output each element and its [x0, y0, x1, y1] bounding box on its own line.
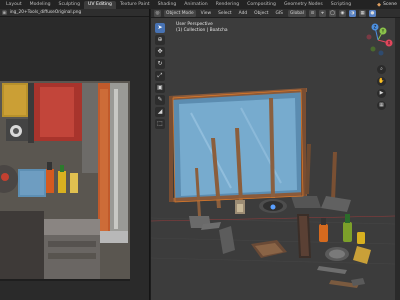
proportional-edit-icon[interactable]: ◯ — [328, 9, 336, 17]
grid-perspective-icon[interactable]: ▦ — [377, 101, 386, 110]
rotate-tool-icon[interactable]: ↻ — [155, 59, 165, 69]
gizmo-y-label: Y — [381, 29, 385, 34]
visibility-icon[interactable]: ◉ — [338, 9, 346, 17]
annotate-tool-icon[interactable]: ✎ — [155, 95, 165, 105]
workspace-tab-geometry-nodes[interactable]: Geometry Nodes — [280, 1, 327, 9]
uv-image-canvas[interactable] — [0, 19, 149, 300]
workspace-tab-bar: Layout Modeling Sculpting UV Editing Texture… — [0, 0, 400, 9]
snap-icon[interactable]: ⌖ — [318, 9, 326, 17]
texture-atlas-image — [0, 19, 149, 300]
solid-shading-icon[interactable]: ● — [368, 9, 376, 17]
xray-icon[interactable]: ▦ — [358, 9, 366, 17]
move-tool-icon[interactable]: ✥ — [155, 47, 165, 57]
3d-viewport[interactable]: ◎ Object Mode View Select Add Object GIS… — [151, 9, 400, 300]
viewport-info-overlay: User Perspective (1) Collection | Boatch… — [176, 22, 228, 34]
workspace-tab-uv-editing[interactable]: UV Editing — [83, 0, 116, 9]
workspace-tab-sculpting[interactable]: Sculpting — [55, 1, 84, 9]
gizmo-z-label: Z — [374, 25, 377, 30]
toolbar: ➤ ⊕ ✥ ↻ ⤢ ▣ ✎ ◢ ⬚ — [155, 23, 165, 129]
pivot-icon[interactable]: ⊙ — [308, 9, 316, 17]
workspace-tab-layout[interactable]: Layout — [2, 1, 26, 9]
collection-name: (1) Collection | Boatcha — [176, 28, 228, 33]
workspace-tab-compositing[interactable]: Compositing — [243, 1, 280, 9]
measure-tool-icon[interactable]: ◢ — [155, 107, 165, 117]
pan-hand-icon[interactable]: ✋ — [377, 77, 386, 86]
image-editor-panel: ▣ ing_20+Tools_diffuseOriginal.png — [0, 9, 150, 300]
editor-type-icon[interactable]: ◎ — [154, 9, 161, 17]
workspace-tab-scripting[interactable]: Scripting — [327, 1, 355, 9]
menu-gis[interactable]: GIS — [273, 10, 284, 17]
scene-icon: ◆ — [377, 1, 381, 8]
view-navigation-controls: ⌕ ✋ ▶ ▦ — [377, 65, 386, 110]
transform-tool-icon[interactable]: ▣ — [155, 83, 165, 93]
zoom-icon[interactable]: ⌕ — [377, 65, 386, 74]
image-name-field[interactable]: ing_20+Tools_diffuseOriginal.png — [10, 10, 81, 15]
viewport-header: ◎ Object Mode View Select Add Object GIS… — [151, 9, 400, 18]
scene-label: Scene — [382, 2, 397, 7]
image-editor-header: ▣ ing_20+Tools_diffuseOriginal.png — [0, 9, 149, 17]
menu-select[interactable]: Select — [216, 10, 234, 17]
image-browse-icon[interactable]: ▣ — [2, 10, 7, 16]
overlay-icon[interactable]: ◑ — [348, 9, 356, 17]
workspace-tab-modeling[interactable]: Modeling — [26, 1, 55, 9]
workspace-tab-shading[interactable]: Shading — [154, 1, 181, 9]
gizmo-x-label: X — [388, 41, 391, 46]
workspace-tab-texture-paint[interactable]: Texture Paint — [116, 1, 154, 9]
add-cube-tool-icon[interactable]: ⬚ — [155, 119, 165, 129]
scene-selector[interactable]: ◆ Scene — [374, 0, 400, 9]
select-tool-icon[interactable]: ➤ — [155, 23, 165, 33]
sidebar-toggle-strip[interactable] — [395, 18, 400, 300]
transform-orientation-dropdown[interactable]: Global — [287, 9, 306, 17]
menu-object[interactable]: Object — [252, 10, 270, 17]
workspace-tab-rendering[interactable]: Rendering — [212, 1, 243, 9]
navigation-gizmo[interactable]: X Y Z — [361, 23, 395, 57]
object-mode-dropdown[interactable]: Object Mode — [164, 9, 196, 17]
menu-add[interactable]: Add — [237, 10, 250, 17]
camera-view-icon[interactable]: ▶ — [377, 89, 386, 98]
cursor-tool-icon[interactable]: ⊕ — [155, 35, 165, 45]
workspace-tab-animation[interactable]: Animation — [180, 1, 211, 9]
menu-view[interactable]: View — [199, 10, 213, 17]
scale-tool-icon[interactable]: ⤢ — [155, 71, 165, 81]
scene-render — [151, 18, 395, 300]
